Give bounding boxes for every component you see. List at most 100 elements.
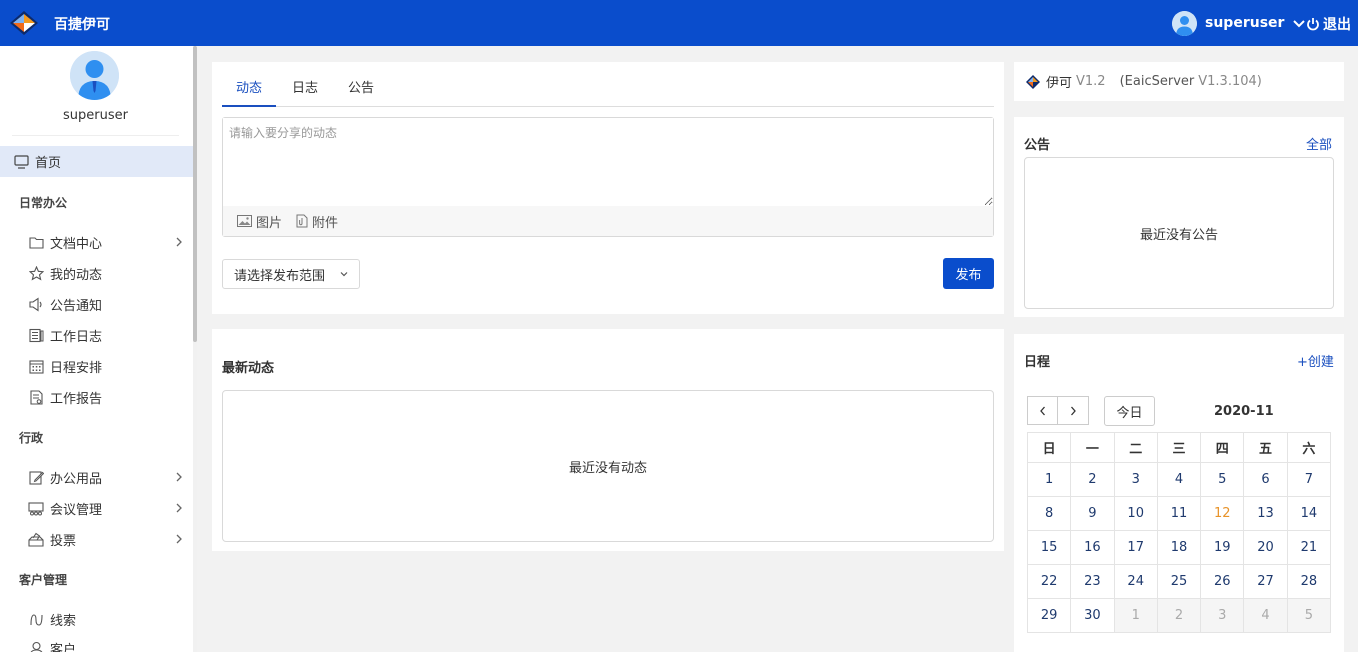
calendar-day-cell[interactable]: 12 [1200, 496, 1245, 531]
tab-activity[interactable]: 动态 [222, 76, 277, 107]
calendar-week-row: 22 23 24 25 26 27 28 [1026, 564, 1332, 599]
sidebar-item-home[interactable]: 首页 [0, 146, 193, 177]
weekday-label: 二 [1113, 432, 1158, 463]
add-image-label: 图片 [256, 215, 283, 231]
calendar-day-cell[interactable]: 19 [1200, 530, 1245, 565]
chevron-left-icon [1039, 406, 1045, 415]
sidebar-item-documents[interactable]: 文档中心 [28, 230, 188, 254]
calendar-day-cell[interactable]: 28 [1286, 564, 1332, 599]
profile-avatar[interactable] [70, 51, 119, 100]
calendar-day-cell[interactable]: 11 [1156, 496, 1202, 531]
calendar-day-cell[interactable]: 14 [1286, 496, 1332, 531]
sidebar-item-my-activity[interactable]: 我的动态 [28, 261, 188, 285]
logout-label: 退出 [1323, 17, 1351, 33]
create-schedule-link[interactable]: +创建 [1297, 351, 1334, 370]
prev-month-button[interactable] [1027, 396, 1058, 425]
calendar-day-cell[interactable]: 5 [1200, 462, 1245, 497]
calendar-day-cell[interactable]: 27 [1243, 564, 1288, 599]
calendar-week-row: 1234567 [1026, 462, 1332, 497]
calendar-day-cell[interactable]: 18 [1156, 530, 1202, 565]
sidebar-item-leads[interactable]: 线索 [28, 607, 188, 631]
today-button[interactable]: 今日 [1104, 396, 1155, 426]
publish-scope-select[interactable]: 请选择发布范围 [222, 259, 360, 289]
sidebar-item-label: 线索 [50, 613, 77, 629]
top-header: 百捷伊可 superuser 退出 [0, 0, 1358, 46]
sidebar-item-customers[interactable]: 客户 [28, 636, 188, 652]
calendar-day-cell[interactable]: 9 [1070, 496, 1115, 531]
post-content-input[interactable] [223, 118, 993, 206]
sidebar-item-schedule[interactable]: 日程安排 [28, 354, 188, 378]
sidebar-item-notices[interactable]: 公告通知 [28, 292, 188, 316]
sidebar-item-label: 办公用品 [50, 471, 103, 487]
user-menu[interactable]: superuser [1172, 10, 1306, 36]
tab-log[interactable]: 日志 [278, 76, 332, 107]
publish-button[interactable]: 发布 [943, 258, 994, 289]
calendar-day-cell[interactable]: 15 [1026, 530, 1072, 565]
chevron-right-icon [176, 237, 182, 247]
notice-card: 公告 全部 最近没有公告 [1014, 117, 1344, 317]
calendar-day-cell[interactable]: 29 [1026, 598, 1072, 633]
calendar-day-cell[interactable]: 10 [1113, 496, 1158, 531]
sidebar-item-label: 工作报告 [50, 391, 103, 407]
calendar-day-cell[interactable]: 26 [1200, 564, 1245, 599]
tab-notice[interactable]: 公告 [334, 76, 388, 107]
edit-icon [28, 470, 44, 485]
sidebar-item-office-supplies[interactable]: 办公用品 [28, 465, 188, 489]
calendar-day-cell[interactable]: 21 [1286, 530, 1332, 565]
sidebar-item-label: 投票 [50, 533, 77, 549]
sidebar-scrollbar[interactable] [193, 46, 197, 342]
sidebar-item-label: 客户 [50, 642, 77, 652]
calendar-day-cell[interactable]: 17 [1113, 530, 1158, 565]
app-title: 百捷伊可 [54, 17, 110, 33]
next-month-button[interactable] [1058, 396, 1089, 425]
chevron-right-icon [176, 534, 182, 544]
calendar-day-cell[interactable]: 20 [1243, 530, 1288, 565]
sidebar: superuser 首页 日常办公 文档中心 我的动态 公告通知 工作日志 日程… [0, 46, 193, 652]
notice-empty-text: 最近没有公告 [1139, 227, 1218, 243]
calendar-day-cell[interactable]: 22 [1026, 564, 1072, 599]
sidebar-item-label: 我的动态 [50, 267, 103, 283]
calendar-day-cell[interactable]: 13 [1243, 496, 1288, 531]
logout-button[interactable]: 退出 [1306, 14, 1351, 34]
calendar-week-row: 8 9 10 11 12 13 14 [1026, 496, 1332, 531]
speaker-icon [28, 296, 42, 312]
chevron-down-icon [1293, 20, 1306, 28]
app-logo-icon [10, 11, 38, 35]
sidebar-section-admin: 行政 [19, 431, 44, 445]
calendar-day-cell[interactable]: 4 [1156, 462, 1202, 497]
version-card: 伊可 V1.2 (EaicServer V1.3.104) [1014, 62, 1344, 101]
calendar-day-cell[interactable]: 16 [1070, 530, 1115, 565]
notice-empty-state: 最近没有公告 [1024, 157, 1334, 309]
calendar-day-cell[interactable]: 2 [1156, 598, 1202, 633]
clue-icon [29, 613, 43, 626]
calendar-day-cell[interactable]: 1 [1026, 462, 1072, 497]
user-avatar [1172, 10, 1197, 36]
report-icon [29, 389, 43, 405]
publish-scope-value: 请选择发布范围 [234, 268, 326, 284]
calendar-day-cell[interactable]: 24 [1113, 564, 1158, 599]
calendar-day-cell[interactable]: 5 [1286, 598, 1332, 633]
sidebar-item-work-log[interactable]: 工作日志 [28, 323, 188, 347]
calendar-day-cell[interactable]: 23 [1070, 564, 1115, 599]
calendar-day-cell[interactable]: 3 [1113, 462, 1158, 497]
calendar-day-cell[interactable]: 7 [1286, 462, 1332, 497]
calendar-day-cell[interactable]: 1 [1113, 598, 1158, 633]
sidebar-item-meetings[interactable]: 会议管理 [28, 496, 188, 520]
sidebar-item-work-report[interactable]: 工作报告 [28, 385, 188, 409]
server-name: (EaicServer [1119, 74, 1195, 89]
sidebar-item-label: 首页 [35, 156, 62, 171]
calendar-day-cell[interactable]: 3 [1200, 598, 1245, 633]
sidebar-item-vote[interactable]: 投票 [28, 527, 188, 551]
calendar-day-cell[interactable]: 30 [1070, 598, 1115, 633]
notice-all-link[interactable]: 全部 [1306, 134, 1332, 153]
calendar-day-cell[interactable]: 4 [1243, 598, 1288, 633]
calendar-day-cell[interactable]: 2 [1070, 462, 1115, 497]
calendar-day-cell[interactable]: 6 [1243, 462, 1288, 497]
add-image-button[interactable]: 图片 [237, 212, 282, 231]
calendar-day-cell[interactable]: 8 [1026, 496, 1072, 531]
calendar-body: 1 2 3 4 5 6 7 8 9 10 11 12 13 14 15 16 17 18 19 20 21 22 23 24 2… [1026, 462, 1332, 633]
add-attachment-button[interactable]: 附件 [296, 212, 338, 231]
sidebar-section-crm: 客户管理 [19, 573, 68, 587]
weekday-label: 三 [1156, 432, 1202, 463]
calendar-day-cell[interactable]: 25 [1156, 564, 1202, 599]
